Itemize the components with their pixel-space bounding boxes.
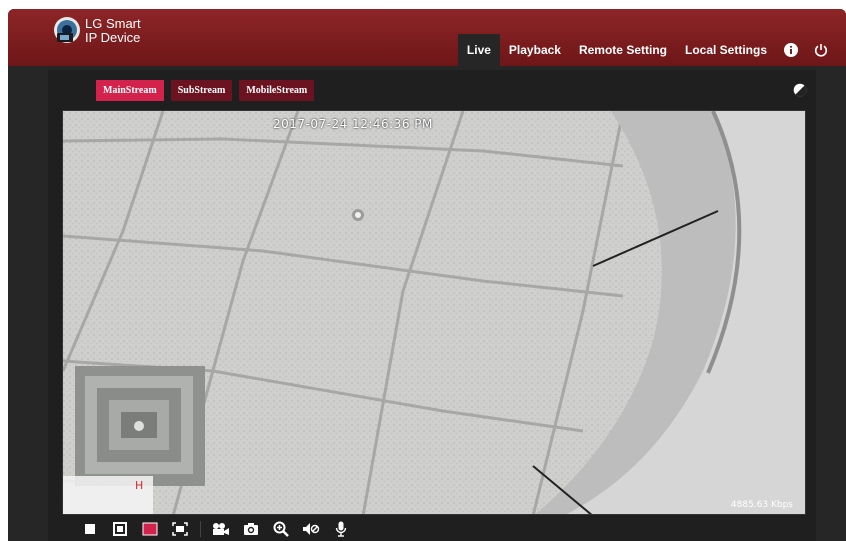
mobile-stream-button[interactable]: MobileStream	[239, 80, 315, 101]
tab-remote-setting[interactable]: Remote Setting	[570, 34, 676, 66]
live-view-panel: MainStream SubStream MobileStream 2017-0…	[48, 70, 816, 541]
main-stream-button[interactable]: MainStream	[96, 80, 164, 101]
bitrate-display: 4885.63 Kbps	[730, 500, 793, 510]
layout-active-icon[interactable]	[140, 519, 160, 539]
brand-line-1: LG Smart	[85, 16, 141, 31]
info-icon[interactable]	[780, 34, 802, 66]
microphone-icon[interactable]	[331, 519, 351, 539]
tab-local-settings[interactable]: Local Settings	[676, 34, 776, 66]
power-icon[interactable]	[810, 34, 832, 66]
sub-stream-button[interactable]: SubStream	[170, 80, 233, 101]
brand-title: LG Smart IP Device	[85, 17, 141, 45]
app-frame: LG Smart IP Device Live Playback Remote …	[8, 9, 846, 541]
snapshot-icon[interactable]	[241, 519, 261, 539]
toolbar-divider	[200, 521, 201, 537]
brand-line-2: IP Device	[85, 30, 141, 45]
tab-live[interactable]: Live	[457, 34, 500, 66]
zoom-icon[interactable]	[271, 519, 291, 539]
layout-1-icon[interactable]	[80, 519, 100, 539]
layout-2-icon[interactable]	[110, 519, 130, 539]
mute-icon[interactable]	[301, 519, 321, 539]
timestamp-overlay: 2017-07-24 12:46:36 PM	[273, 117, 433, 131]
stream-selector: MainStream SubStream MobileStream	[96, 80, 315, 101]
main-nav: Live Playback Remote Setting Local Setti…	[457, 34, 846, 66]
playback-toolbar	[80, 519, 361, 539]
channel-mark: H	[135, 479, 144, 492]
camera-image	[63, 111, 805, 514]
tab-playback[interactable]: Playback	[500, 34, 570, 66]
camera-logo-icon	[54, 17, 80, 43]
record-icon[interactable]	[211, 519, 231, 539]
header: LG Smart IP Device Live Playback Remote …	[8, 9, 846, 66]
image-adjust-icon[interactable]	[793, 83, 807, 97]
fullscreen-icon[interactable]	[170, 519, 190, 539]
video-feed[interactable]: 2017-07-24 12:46:36 PM H 4885.63 Kbps	[62, 110, 806, 515]
